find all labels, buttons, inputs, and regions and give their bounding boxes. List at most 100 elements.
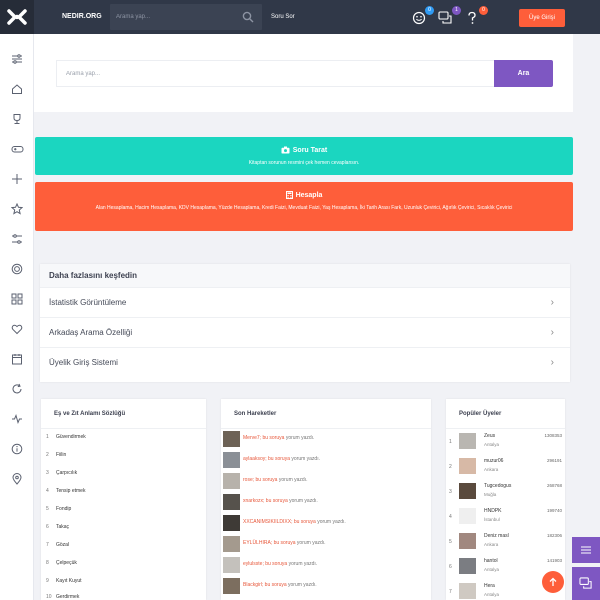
notifications-button[interactable]: 0 xyxy=(465,6,488,27)
list-item[interactable]: 7 Gözal xyxy=(46,542,69,548)
user-row[interactable]: 2 muzur06 Ankara 296191 xyxy=(446,455,565,479)
refresh-icon xyxy=(12,383,22,394)
hesapla-banner[interactable]: Hesapla Alan Hesaplama, Hacim Hesaplama,… xyxy=(35,182,573,231)
filter-float-button[interactable] xyxy=(572,537,600,563)
map-pin-icon xyxy=(12,473,22,485)
info-icon xyxy=(11,443,23,455)
list-item[interactable]: 3 Çarpıcılık xyxy=(46,470,77,476)
header-search xyxy=(110,4,262,30)
sidebar-item-grid[interactable] xyxy=(10,292,24,306)
main-search-button[interactable]: Ara xyxy=(494,60,553,87)
chevron-right-icon: › xyxy=(550,297,554,308)
sidebar-item-home[interactable] xyxy=(10,82,24,96)
activity-panel: Son Hareketler Merve7; bu soruya yorum y… xyxy=(221,399,431,600)
messages-badge: 0 xyxy=(425,6,434,15)
chevron-right-icon: › xyxy=(550,357,554,368)
star-icon xyxy=(11,203,23,215)
sidebar-item-music[interactable] xyxy=(10,382,24,396)
grid-icon xyxy=(11,293,23,305)
discover-item[interactable]: Üyelik Giriş Sistemi › xyxy=(40,348,570,378)
list-item[interactable]: 4 Tensip etmek xyxy=(46,488,85,494)
sidebar-item-trophy[interactable] xyxy=(10,112,24,126)
avatar xyxy=(459,558,476,574)
login-button[interactable]: Üye Girişi xyxy=(519,9,565,27)
logo[interactable] xyxy=(0,0,34,34)
avatar xyxy=(223,515,240,531)
hesapla-subtitle: Alan Hesaplama, Hacim Hesaplama, KDV Hes… xyxy=(95,205,513,211)
list-item[interactable]: 6 Takaç xyxy=(46,524,69,530)
avatar xyxy=(223,578,240,594)
sidebar-item-plus[interactable] xyxy=(10,172,24,186)
avatar xyxy=(459,483,476,499)
popular-users-title: Popüler Üyeler xyxy=(446,399,565,429)
main-search-input[interactable] xyxy=(56,60,494,87)
hesapla-title: Hesapla xyxy=(295,191,323,199)
soru-tarat-banner[interactable]: Soru Tarat Kitaptan sorunun resmini çek … xyxy=(35,137,573,175)
soru-tarat-title: Soru Tarat xyxy=(292,146,328,154)
sliders-icon xyxy=(12,54,22,64)
dictionary-panel: Eş ve Zıt Anlamı Sözlüğü 1 Güvendirmek 2F… xyxy=(41,399,206,600)
soru-tarat-subtitle: Kitaptan sorunun resmini çek hemen cevap… xyxy=(248,160,360,166)
avatar xyxy=(223,536,240,552)
user-row[interactable]: 4 HNDPK İstanbul 199740 xyxy=(446,505,565,529)
sidebar-item-calendar[interactable] xyxy=(10,352,24,366)
scroll-to-top-button[interactable] xyxy=(542,571,564,593)
list-item[interactable]: 1 Güvendirmek xyxy=(46,434,86,440)
chat-icon xyxy=(438,11,452,24)
popular-users-panel: Popüler Üyeler 1 Zeus Antalya 1308353 2 muzu… xyxy=(446,399,565,600)
sidebar-item-menu[interactable] xyxy=(10,52,24,66)
discover-card: Daha fazlasını keşfedin İstatistik Görün… xyxy=(40,264,570,382)
sidebar xyxy=(0,34,34,600)
arrow-up-icon xyxy=(549,577,557,586)
search-icon[interactable] xyxy=(242,11,254,23)
user-row[interactable]: 5 Deniz masl Ankara 182306 xyxy=(446,530,565,554)
chevron-right-icon: › xyxy=(550,327,554,338)
list-item[interactable]: 9 Kayıt Kuyut xyxy=(46,578,82,584)
messages-button[interactable]: 0 xyxy=(411,6,434,27)
ask-question-link[interactable]: Soru Sor xyxy=(271,0,295,34)
questions-badge: 1 xyxy=(452,6,461,15)
discover-item[interactable]: Arkadaş Arama Özelliği › xyxy=(40,318,570,348)
header-search-input[interactable] xyxy=(116,8,236,26)
activity-title: Son Hareketler xyxy=(221,399,431,429)
sidebar-item-likes[interactable] xyxy=(10,322,24,336)
user-row[interactable]: 1 Zeus Antalya 1308353 xyxy=(446,430,565,454)
sidebar-item-activity[interactable] xyxy=(10,412,24,426)
sidebar-item-favorites[interactable] xyxy=(10,202,24,216)
list-item[interactable]: 8 Çelpeçük xyxy=(46,560,77,566)
pulse-icon xyxy=(12,414,22,424)
brand-name[interactable]: NEDIR.ORG xyxy=(62,0,102,34)
heart-icon xyxy=(11,324,23,335)
sidebar-item-location[interactable] xyxy=(10,472,24,486)
list-item[interactable]: 10 Gerdirmek xyxy=(46,594,79,600)
sidebar-item-settings[interactable] xyxy=(10,232,24,246)
trophy-icon xyxy=(13,114,21,124)
discover-title: Daha fazlasını keşfedin xyxy=(40,264,570,288)
calculator-icon xyxy=(285,191,293,199)
user-row[interactable]: 3 Tugcedogus Muğla 268768 xyxy=(446,480,565,504)
calendar-icon xyxy=(12,354,22,365)
home-icon xyxy=(12,84,22,94)
chat-float-button[interactable] xyxy=(572,567,600,600)
question-icon xyxy=(468,11,476,24)
top-bar: NEDIR.ORG Soru Sor 0 1 0 Üye Girişi xyxy=(0,0,600,34)
sidebar-item-target[interactable] xyxy=(10,262,24,276)
avatar xyxy=(223,494,240,510)
discover-item[interactable]: İstatistik Görüntüleme › xyxy=(40,288,570,318)
sidebar-item-info[interactable] xyxy=(10,442,24,456)
list-item[interactable]: 5 Fondip xyxy=(46,506,71,512)
main-search-card: Ara xyxy=(34,34,573,112)
list-item[interactable]: 2 Fiilin xyxy=(46,452,66,458)
avatar xyxy=(223,431,240,447)
notifications-badge: 0 xyxy=(479,6,488,15)
sliders-icon xyxy=(581,546,591,554)
sidebar-item-games[interactable] xyxy=(10,142,24,156)
questions-button[interactable]: 1 xyxy=(438,6,461,27)
crosshair-icon xyxy=(12,174,22,184)
avatar xyxy=(459,458,476,474)
avatar xyxy=(223,557,240,573)
avatar xyxy=(459,508,476,524)
gamepad-icon xyxy=(11,146,23,153)
dictionary-title: Eş ve Zıt Anlamı Sözlüğü xyxy=(41,399,206,429)
smile-icon xyxy=(412,11,426,25)
